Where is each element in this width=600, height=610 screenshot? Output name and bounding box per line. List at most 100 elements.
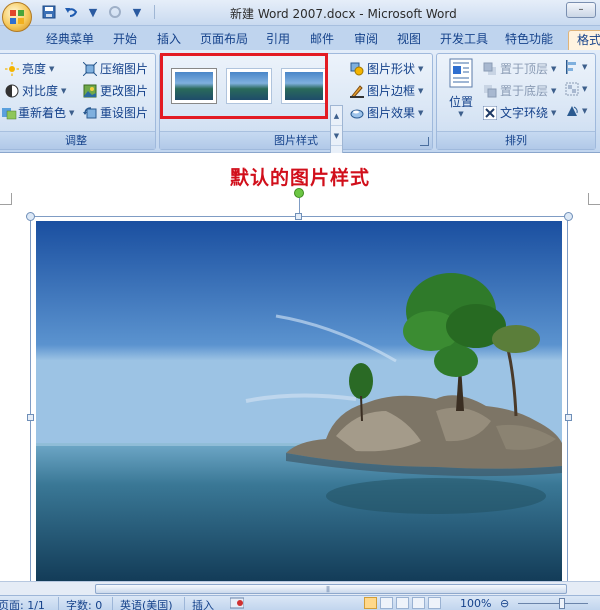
resize-handle-e[interactable]: [565, 414, 572, 421]
outline-view-icon[interactable]: [412, 597, 425, 609]
picture-styles-group-label: 图片样式: [160, 131, 432, 149]
zoom-slider[interactable]: [518, 603, 588, 604]
gallery-up-icon[interactable]: ▲: [331, 106, 342, 126]
group-button[interactable]: ▼: [565, 82, 587, 96]
gallery-down-icon[interactable]: ▼: [331, 126, 342, 146]
tab-special-features[interactable]: 特色功能: [505, 30, 553, 50]
scrollbar-thumb[interactable]: |||: [95, 584, 567, 594]
office-logo-icon: [10, 10, 24, 24]
picture-border-icon: [350, 84, 364, 98]
margin-mark: [0, 193, 12, 205]
tab-insert[interactable]: 插入: [157, 30, 181, 50]
customize-icon[interactable]: ▼: [128, 4, 146, 20]
margin-mark: [588, 193, 600, 205]
tab-mailings[interactable]: 邮件: [310, 30, 334, 50]
adjust-group: 亮度 ▼ 对比度 ▼ 重新着色 ▼ 压缩图片 更改图片 重设图片 调整: [0, 53, 156, 150]
dialog-launcher-icon[interactable]: [420, 137, 429, 146]
document-area: 默认的图片样式: [0, 153, 600, 586]
resize-handle-nw[interactable]: [26, 212, 35, 221]
position-icon: [449, 58, 473, 88]
window-title: 新建 Word 2007.docx - Microsoft Word: [230, 7, 457, 21]
align-icon: [565, 60, 579, 74]
send-to-back-button[interactable]: 置于底层 ▼: [483, 82, 556, 99]
undo-dropdown-icon[interactable]: ▼: [84, 4, 102, 20]
reset-picture-label: 重设图片: [100, 106, 149, 120]
compress-pictures-label: 压缩图片: [100, 62, 149, 76]
zoom-level[interactable]: 100%: [460, 597, 491, 610]
change-picture-icon: [83, 84, 97, 98]
recolor-label: 重新着色: [18, 106, 67, 120]
redo-icon[interactable]: [106, 4, 124, 20]
rotate-button[interactable]: ▼: [565, 104, 587, 118]
reset-picture-button[interactable]: 重设图片: [83, 104, 148, 121]
zoom-out-icon[interactable]: ⊖: [500, 597, 509, 610]
lake-island-photo[interactable]: [36, 221, 562, 581]
tab-classic-menu[interactable]: 经典菜单: [46, 30, 94, 50]
resize-handle-n[interactable]: [295, 213, 302, 220]
send-to-back-icon: [483, 84, 497, 98]
text-wrapping-button[interactable]: 文字环绕 ▼: [482, 104, 557, 121]
picture-shape-dropdown-icon: ▼: [418, 64, 424, 73]
bring-to-front-button[interactable]: 置于顶层 ▼: [483, 60, 556, 77]
resize-handle-ne[interactable]: [564, 212, 573, 221]
recolor-dropdown-icon: ▼: [69, 108, 75, 117]
ribbon-tabs: 经典菜单 开始 插入 页面布局 引用 邮件 审阅 视图 开发工具 特色功能 格式: [0, 26, 600, 50]
contrast-button[interactable]: 对比度 ▼: [5, 82, 66, 99]
picture-shape-button[interactable]: 图片形状 ▼: [350, 60, 423, 77]
bring-to-front-dropdown-icon: ▼: [551, 64, 557, 73]
picture-effects-button[interactable]: 图片效果 ▼: [350, 104, 423, 121]
status-bar: 页面: 1/1 字数: 0 英语(美国) 插入 100% ⊖: [0, 595, 600, 610]
tab-view[interactable]: 视图: [397, 30, 421, 50]
tab-review[interactable]: 审阅: [354, 30, 378, 50]
picture-shape-icon: [350, 62, 364, 76]
page-count[interactable]: 页面: 1/1: [0, 597, 45, 610]
picture-border-dropdown-icon: ▼: [418, 86, 424, 95]
tab-home[interactable]: 开始: [113, 30, 137, 50]
picture-effects-dropdown-icon: ▼: [418, 108, 424, 117]
change-picture-label: 更改图片: [100, 84, 149, 98]
full-screen-reading-icon[interactable]: [380, 597, 393, 609]
recolor-button[interactable]: 重新着色 ▼: [1, 104, 74, 121]
change-picture-button[interactable]: 更改图片: [83, 82, 148, 99]
position-button[interactable]: 位置 ▼: [445, 58, 477, 118]
contrast-dropdown-icon: ▼: [61, 86, 67, 95]
text-wrapping-dropdown-icon: ▼: [551, 108, 557, 117]
print-layout-view-icon[interactable]: [364, 597, 377, 609]
language-indicator[interactable]: 英语(美国): [120, 597, 173, 610]
brightness-button[interactable]: 亮度 ▼: [5, 60, 54, 77]
resize-handle-w[interactable]: [27, 414, 34, 421]
macro-record-icon[interactable]: [229, 597, 245, 610]
tab-developer[interactable]: 开发工具: [440, 30, 488, 50]
draft-view-icon[interactable]: [428, 597, 441, 609]
minimize-button[interactable]: –: [566, 2, 596, 18]
text-wrapping-label: 文字环绕: [500, 106, 549, 120]
picture-border-button[interactable]: 图片边框 ▼: [350, 82, 423, 99]
contrast-label: 对比度: [22, 84, 59, 98]
office-button[interactable]: [2, 2, 32, 32]
align-button[interactable]: ▼: [565, 60, 587, 74]
web-layout-icon[interactable]: [396, 597, 409, 609]
rotation-handle[interactable]: [294, 188, 304, 198]
tab-page-layout[interactable]: 页面布局: [200, 30, 248, 50]
word-count[interactable]: 字数: 0: [66, 597, 102, 610]
document-heading: 默认的图片样式: [229, 167, 370, 189]
brightness-dropdown-icon: ▼: [49, 64, 55, 73]
adjust-group-label: 调整: [0, 131, 155, 149]
position-dropdown-icon: ▼: [458, 110, 464, 118]
zoom-slider-thumb[interactable]: [559, 598, 565, 609]
tab-format[interactable]: 格式: [568, 30, 600, 50]
text-wrapping-icon: [482, 105, 498, 120]
picture-effects-label: 图片效果: [367, 106, 416, 120]
compress-pictures-button[interactable]: 压缩图片: [82, 60, 149, 77]
tab-references[interactable]: 引用: [266, 30, 290, 50]
horizontal-scrollbar[interactable]: |||: [0, 581, 600, 595]
insert-mode[interactable]: 插入: [192, 597, 214, 610]
send-to-back-dropdown-icon: ▼: [551, 86, 557, 95]
recolor-icon: [1, 106, 17, 120]
save-icon[interactable]: [40, 4, 58, 20]
brightness-label: 亮度: [22, 62, 47, 76]
group-dropdown-icon: ▼: [582, 85, 588, 93]
brightness-icon: [5, 61, 19, 76]
undo-icon[interactable]: [62, 4, 80, 20]
position-label: 位置: [448, 95, 473, 109]
